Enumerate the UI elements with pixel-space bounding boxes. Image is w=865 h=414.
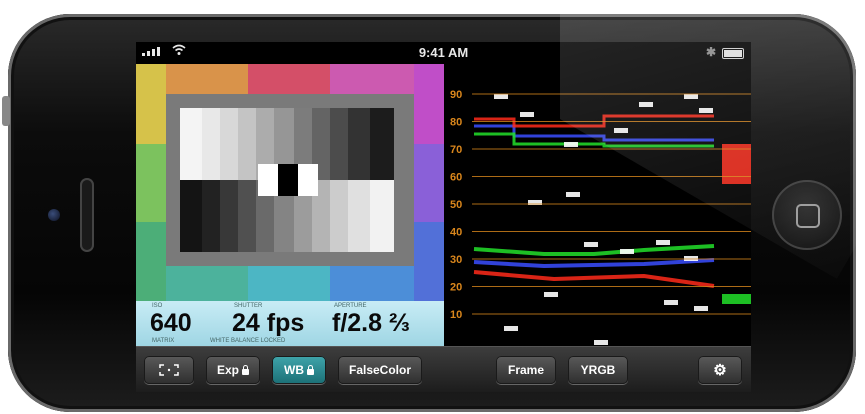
bottom-toolbar: Exp WB FalseColor Frame YRGB ⚙: [136, 346, 751, 392]
waveform-scale-label: 20: [450, 282, 462, 294]
wb-label: WB: [284, 363, 304, 377]
waveform-highlight: [504, 326, 518, 331]
white-balance-lock-button[interactable]: WB: [272, 356, 326, 384]
waveform-highlight: [639, 102, 653, 107]
yrgb-label: YRGB: [580, 363, 616, 377]
waveform-highlight: [699, 108, 713, 113]
status-bar: 9:41 AM ✱: [136, 42, 751, 64]
camera-viewfinder[interactable]: [136, 64, 444, 301]
waveform-scale-label: 90: [450, 89, 462, 101]
focus-brackets-icon: [159, 364, 179, 376]
iso-value: 640: [150, 309, 192, 337]
home-button[interactable]: [772, 180, 842, 250]
waveform-highlight: [614, 128, 628, 133]
waveform-highlight: [656, 240, 670, 245]
lock-icon: [307, 364, 314, 375]
waveform-scale-label: 30: [450, 254, 462, 266]
frame-button[interactable]: Frame: [496, 356, 556, 384]
waveform-highlight: [494, 94, 508, 99]
gear-icon: ⚙: [713, 362, 727, 379]
earpiece-speaker: [80, 178, 94, 252]
waveform-highlight: [564, 142, 578, 147]
aperture-value: f/2.8 ⅔: [332, 309, 410, 337]
exp-label: Exp: [216, 363, 239, 377]
waveform-scale-label: 70: [450, 144, 462, 156]
waveform-monitor: 90 80 70 60 50 40 30 20 10: [444, 64, 751, 346]
waveform-highlight: [684, 94, 698, 99]
exposure-readout: ISO 640 SHUTTER 24 fps APERTURE f/2.8 ⅔ …: [136, 301, 444, 346]
waveform-highlight: [544, 292, 558, 297]
yrgb-button[interactable]: YRGB: [568, 356, 628, 384]
waveform-trace: [473, 258, 715, 269]
waveform-highlight: [620, 249, 634, 254]
waveform-scale-label: 50: [450, 199, 462, 211]
battery-icon: [722, 48, 744, 59]
app-screen: 9:41 AM ✱ ISO 640 SHUTTER 24 fps APERTUR…: [136, 42, 751, 392]
waveform-scale-label: 10: [450, 309, 462, 321]
falsecolor-label: FalseColor: [348, 363, 411, 377]
white-balance-status: WHITE BALANCE LOCKED: [210, 338, 286, 344]
waveform-highlight: [584, 242, 598, 247]
waveform-trace: [473, 270, 715, 288]
exposure-lock-button[interactable]: Exp: [206, 356, 260, 384]
bluetooth-icon: ✱: [706, 45, 717, 59]
frame-label: Frame: [507, 363, 545, 377]
waveform-scale-label: 80: [450, 117, 462, 129]
waveform-highlight: [520, 112, 534, 117]
waveform-plot: 90 80 70 60 50 40 30 20 10: [450, 89, 751, 345]
waveform-scale-label: 60: [450, 172, 462, 184]
falsecolor-button[interactable]: FalseColor: [338, 356, 422, 384]
lock-icon: [242, 364, 249, 375]
grey-step-chart: [180, 108, 394, 252]
metering-label: MATRIX: [152, 338, 175, 344]
waveform-highlight: [694, 306, 708, 311]
waveform-scale-label: 40: [450, 227, 462, 239]
settings-button[interactable]: ⚙: [698, 356, 742, 384]
waveform-highlight: [594, 340, 608, 345]
shutter-value: 24 fps: [232, 309, 305, 337]
waveform-highlight: [566, 192, 580, 197]
status-time: 9:41 AM: [418, 45, 469, 60]
waveform-highlight: [664, 300, 678, 305]
focus-button[interactable]: [144, 356, 194, 384]
front-camera: [48, 209, 60, 221]
waveform-trace: [473, 244, 715, 256]
side-button: [2, 96, 10, 126]
